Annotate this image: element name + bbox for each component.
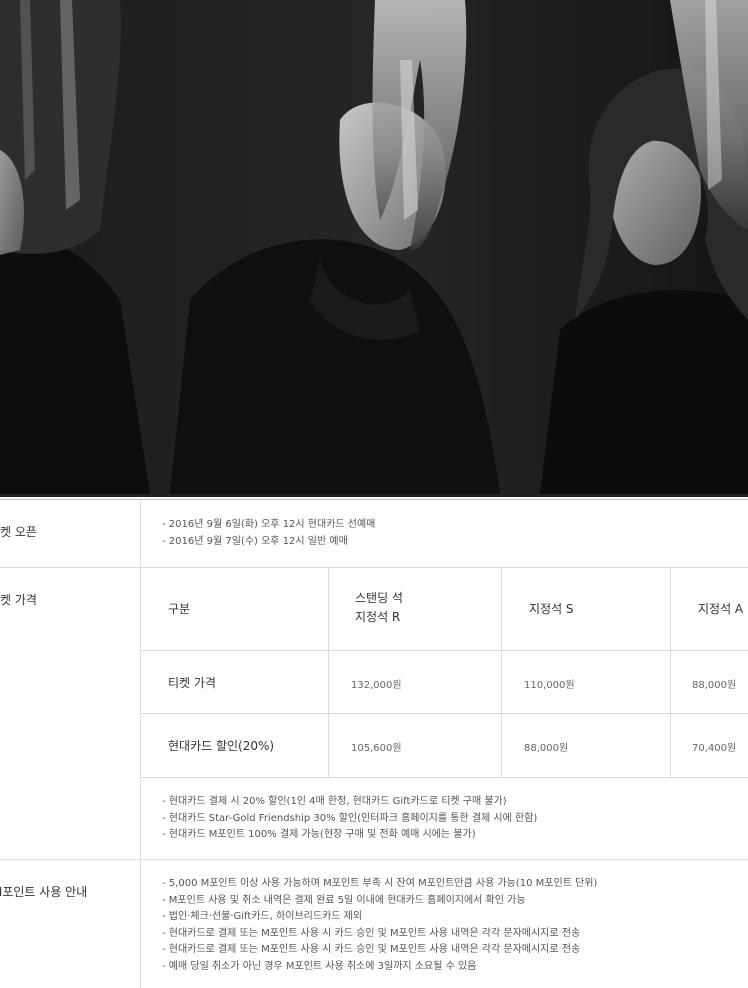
list-item: 현대카드 M포인트 100% 결제 가능(현장 구매 및 전화 예매 시에는 불…: [162, 827, 537, 844]
section-divider-thick: [0, 494, 748, 497]
list-item: M포인트 사용 및 취소 내역은 결제 완료 5일 이내에 현대카드 홈페이지에…: [162, 893, 597, 910]
section-divider-thin: [0, 499, 748, 500]
list-item: 법인·체크·선불·Gift카드, 하이브리드카드 제외: [162, 909, 597, 926]
list-item: 2016년 9월 7일(수) 오후 12시 일반 예매: [162, 534, 375, 551]
price-notes-list: 현대카드 결제 시 20% 할인(1인 4매 한정, 현대카드 Gift카드로 …: [162, 794, 538, 844]
table-header-standing-r: 스탠딩 석 지정석 R: [355, 589, 403, 627]
list-item: 5,000 M포인트 이상 사용 가능하며 M포인트 부족 시 잔여 M포인트만…: [162, 876, 598, 893]
list-item: 현대카드로 결제 또는 M포인트 사용 시 카드 승인 및 M포인트 사용 내역…: [162, 942, 597, 959]
ticket-open-label: 켓 오픈: [0, 525, 37, 539]
table-header-standing: 스탠딩 석: [355, 591, 403, 605]
table-header-seat-r: 지정석 R: [355, 610, 401, 624]
list-item: 현대카드 결제 시 20% 할인(1인 4매 한정, 현대카드 Gift카드로 …: [162, 794, 537, 811]
table-header-category: 구분: [168, 602, 191, 616]
list-item: 현대카드 Star-Gold Friendship 30% 할인(인터파크 홈페…: [162, 811, 538, 828]
table-column-divider: [501, 568, 502, 777]
table-row-divider: [141, 713, 748, 714]
hero-band-photo: [0, 0, 748, 494]
table-header-seat-s: 지정석 S: [529, 602, 574, 616]
table-row-label: 현대카드 할인(20%): [168, 739, 275, 753]
table-cell: 105,600원: [351, 743, 402, 754]
list-item: 현대카드로 결제 또는 M포인트 사용 시 카드 승인 및 M포인트 사용 내역…: [162, 926, 597, 943]
table-cell: 110,000원: [524, 680, 575, 691]
list-item: 2016년 9월 6일(화) 오후 12시 현대카드 선예매: [162, 517, 376, 534]
band-photo-illustration: [0, 0, 748, 494]
mpoint-guide-label: M포인트 사용 안내: [0, 885, 88, 899]
table-cell: 88,000원: [524, 743, 569, 754]
row-divider: [0, 567, 748, 568]
label-column-divider: [140, 500, 141, 988]
table-cell: 132,000원: [351, 680, 402, 691]
table-column-divider: [670, 568, 671, 777]
list-item: 예매 당일 취소가 아닌 경우 M포인트 사용 취소에 3일까지 소요될 수 있…: [162, 959, 597, 976]
table-cell: 88,000원: [692, 680, 737, 691]
table-column-divider: [328, 568, 329, 777]
ticket-price-label: 켓 가격: [0, 593, 37, 607]
row-divider: [0, 859, 748, 860]
table-header-seat-a: 지정석 A: [698, 602, 744, 616]
table-row-label: 티켓 가격: [168, 676, 216, 690]
table-row-divider: [141, 650, 748, 651]
mpoint-guide-list: 5,000 M포인트 이상 사용 가능하며 M포인트 부족 시 잔여 M포인트만…: [162, 876, 598, 976]
table-cell: 70,400원: [692, 743, 737, 754]
table-row-divider: [141, 777, 748, 778]
ticket-open-list: 2016년 9월 6일(화) 오후 12시 현대카드 선예매 2016년 9월 …: [162, 517, 376, 551]
